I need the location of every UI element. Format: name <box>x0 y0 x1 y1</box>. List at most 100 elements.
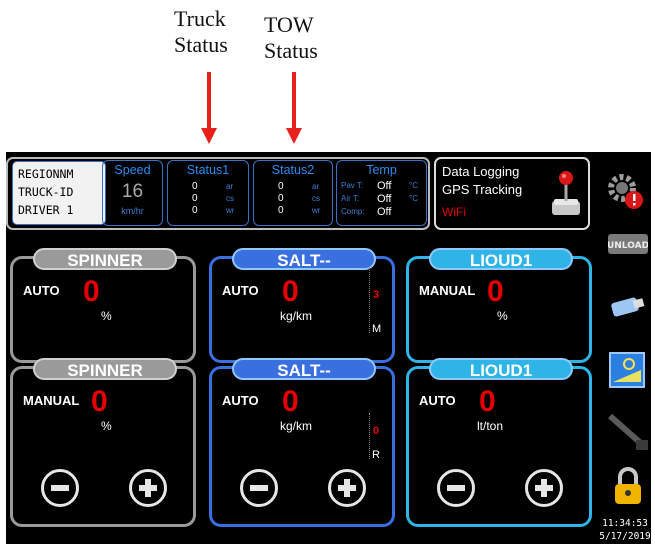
rate-unit: kg/km <box>280 419 313 433</box>
scraper-blade-icon[interactable] <box>606 410 650 454</box>
brightness-button[interactable] <box>609 352 645 388</box>
clock-time: 11:34:53 <box>602 518 648 529</box>
card-title[interactable]: SPINNER <box>33 358 177 380</box>
status-row: 0 ar <box>168 181 248 193</box>
level-gauge: 3M <box>369 267 384 335</box>
status-row: 0 cs <box>254 193 332 205</box>
rate-value: 0 <box>487 275 504 308</box>
speed-unit: km/hr <box>121 206 144 216</box>
status2-box: Status2 0 ar 0 cs 0 wr <box>253 160 333 226</box>
status-value: 0 <box>278 205 284 216</box>
card-title[interactable]: SALT-- <box>232 248 376 270</box>
status-unit: wr <box>226 206 235 215</box>
control-card: SALT-- AUTO 0 kg/km 3 M <box>209 248 395 363</box>
unload-icon[interactable]: UNLOAD <box>608 230 648 260</box>
temp-label: Comp: <box>341 207 365 216</box>
brightness-icon <box>613 358 641 382</box>
logging-panel[interactable]: Data Logging GPS Tracking WiFi <box>434 157 590 230</box>
status-unit: cs <box>312 194 320 203</box>
increase-button[interactable] <box>525 469 563 507</box>
increase-button[interactable] <box>129 469 167 507</box>
lock-icon[interactable] <box>611 466 645 506</box>
status-value: 0 <box>278 193 284 204</box>
hmi-screen: REGIONNM TRUCK-ID DRIVER 1 Speed 16 km/h… <box>6 152 651 544</box>
speed-box: Speed 16 km/hr <box>102 160 163 226</box>
clock: 11:34:53 5/17/2019 <box>599 517 651 543</box>
plus-icon <box>344 479 350 497</box>
temp-label: Pav T: <box>341 181 364 190</box>
status-row: 0 wr <box>254 205 332 217</box>
rate-unit: kg/km <box>280 309 313 323</box>
rate-value: 0 <box>282 275 299 308</box>
region-name: REGIONNM <box>18 167 74 181</box>
rate-value: 0 <box>282 385 299 418</box>
temp-row: Air T: Off °C <box>337 193 426 206</box>
settings-alert-icon[interactable] <box>606 170 646 210</box>
minus-icon <box>250 485 268 491</box>
mode-label[interactable]: MANUAL <box>419 283 475 298</box>
gauge-label: M <box>372 323 382 335</box>
temp-value: Off <box>377 206 392 218</box>
decrease-button[interactable] <box>240 469 278 507</box>
gauge-value: 0 <box>373 425 380 437</box>
decrease-button[interactable] <box>437 469 475 507</box>
temp-title: Temp <box>366 163 397 177</box>
level-gauge: 0R <box>369 413 384 461</box>
clock-date: 5/17/2019 <box>599 531 651 542</box>
card-title[interactable]: LIOUD1 <box>429 248 573 270</box>
plus-icon <box>145 479 151 497</box>
minus-icon <box>447 485 465 491</box>
truck-status-arrow <box>201 72 217 144</box>
temp-row: Comp: Off <box>337 206 426 219</box>
status1-title: Status1 <box>186 163 230 177</box>
status-unit: ar <box>226 182 234 191</box>
status-value: 0 <box>192 181 198 192</box>
mode-label[interactable]: AUTO <box>419 393 456 408</box>
mode-label[interactable]: AUTO <box>23 283 60 298</box>
card-title[interactable]: SALT-- <box>232 358 376 380</box>
mode-label[interactable]: MANUAL <box>23 393 79 408</box>
temp-label: Air T: <box>341 194 360 203</box>
temp-box: Temp Pav T: Off °C Air T: Off °C Comp: Off <box>336 160 427 226</box>
status-row: 0 wr <box>168 205 248 217</box>
status1-box: Status1 0 ar 0 cs 0 wr <box>167 160 249 226</box>
rate-unit: % <box>497 309 508 323</box>
speed-title: Speed <box>114 163 151 177</box>
minus-icon <box>51 485 69 491</box>
control-card: LIOUD1 MANUAL 0% <box>406 248 592 363</box>
vehicle-id-box: REGIONNM TRUCK-ID DRIVER 1 <box>12 161 106 225</box>
rate-unit: lt/ton <box>477 419 504 433</box>
annotation-line: Status <box>174 32 228 57</box>
status-unit: cs <box>226 194 234 203</box>
usb-icon[interactable] <box>608 292 648 322</box>
plus-icon <box>541 479 547 497</box>
temp-row: Pav T: Off °C <box>337 180 426 193</box>
rate-unit: % <box>101 309 112 323</box>
temp-value: Off <box>377 180 392 192</box>
control-card: LIOUD1 AUTO 0 lt/ton <box>406 358 592 527</box>
card-title[interactable]: SPINNER <box>33 248 177 270</box>
status-unit: ar <box>312 182 320 191</box>
temp-unit: °C <box>409 194 418 203</box>
decrease-button[interactable] <box>41 469 79 507</box>
increase-button[interactable] <box>328 469 366 507</box>
status-value: 0 <box>192 205 198 216</box>
rate-value: 0 <box>91 385 108 418</box>
annotation-line: TOW <box>264 12 314 37</box>
status-row: 0 cs <box>168 193 248 205</box>
mode-label[interactable]: AUTO <box>222 393 259 408</box>
mode-label[interactable]: AUTO <box>222 283 259 298</box>
control-card: SPINNER MANUAL 0% <box>10 358 196 527</box>
control-card: SALT-- AUTO 0 kg/km 0 R <box>209 358 395 527</box>
temp-unit: °C <box>409 181 418 190</box>
control-card: SPINNER AUTO 0% <box>10 248 196 363</box>
tow-status-arrow <box>286 72 302 144</box>
truck-id: TRUCK-ID <box>18 185 74 199</box>
status2-title: Status2 <box>271 163 315 177</box>
unload-logo-text: UNLOAD <box>608 241 648 251</box>
status-value: 0 <box>278 181 284 192</box>
status-row: 0 ar <box>254 181 332 193</box>
gauge-label: R <box>372 449 380 461</box>
card-title[interactable]: LIOUD1 <box>429 358 573 380</box>
status-unit: wr <box>312 206 321 215</box>
